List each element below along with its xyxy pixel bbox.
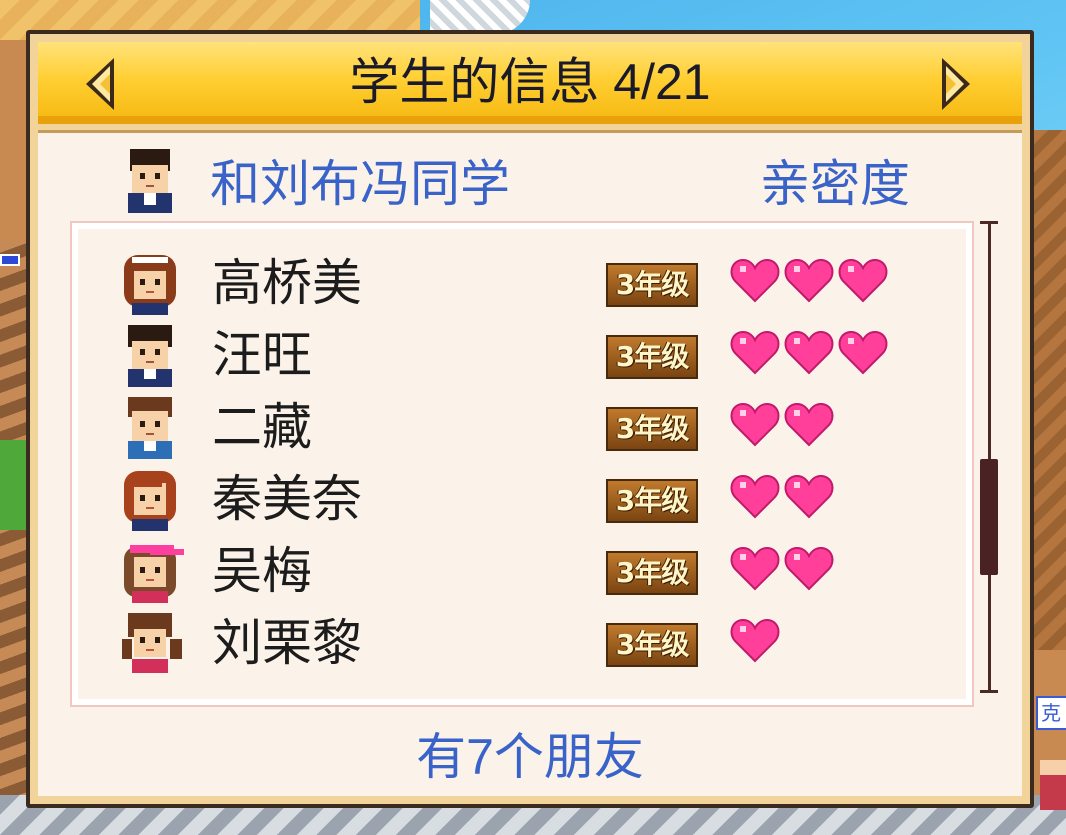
grade-badge: 3年级 xyxy=(606,407,698,451)
boy-portrait-icon xyxy=(128,397,172,459)
girl-portrait-icon xyxy=(122,613,182,673)
friend-name: 吴梅 xyxy=(212,543,312,599)
affinity-header: 亲密度 xyxy=(760,156,910,212)
boy-portrait-icon xyxy=(128,149,172,213)
background-flag xyxy=(0,254,20,266)
affinity-hearts xyxy=(730,471,834,527)
friend-name: 二藏 xyxy=(212,399,312,455)
affinity-hearts xyxy=(730,327,888,383)
friend-avatar xyxy=(120,321,180,391)
scrollbar-thumb[interactable] xyxy=(980,459,998,575)
girl-portrait-icon xyxy=(124,471,176,531)
next-student-button[interactable] xyxy=(936,54,976,114)
friend-name: 刘栗黎 xyxy=(212,615,362,671)
heart-icon xyxy=(730,402,780,447)
heart-icon xyxy=(838,330,888,375)
grade-badge: 3年级 xyxy=(606,623,698,667)
dialog-title: 学生的信息 4/21 xyxy=(349,54,711,110)
background-tree xyxy=(0,440,28,530)
student-info-dialog: 学生的信息 4/21 和刘布冯同学 亲密度 高桥美 3年级 汪旺 3年级 二藏 … xyxy=(26,30,1034,808)
heart-icon xyxy=(784,330,834,375)
friend-avatar xyxy=(120,393,180,463)
boy-portrait-icon xyxy=(128,325,172,387)
friend-name: 汪旺 xyxy=(212,327,312,383)
friend-name: 高桥美 xyxy=(212,255,362,311)
friend-avatar xyxy=(120,249,180,319)
friend-row[interactable]: 吴梅 3年级 xyxy=(72,535,972,607)
list-scrollbar[interactable] xyxy=(980,221,998,693)
friend-row[interactable]: 高桥美 3年级 xyxy=(72,247,972,319)
affinity-hearts xyxy=(730,615,780,671)
heart-icon xyxy=(784,258,834,303)
heart-icon xyxy=(730,546,780,591)
heart-icon xyxy=(838,258,888,303)
friend-count: 有7个朋友 xyxy=(416,729,644,785)
friend-row[interactable]: 二藏 3年级 xyxy=(72,391,972,463)
title-bar: 学生的信息 4/21 xyxy=(38,42,1022,124)
girl-visor-portrait-icon xyxy=(124,545,184,603)
grade-badge: 3年级 xyxy=(606,335,698,379)
friend-avatar xyxy=(120,609,186,679)
friend-row[interactable]: 汪旺 3年级 xyxy=(72,319,972,391)
heart-icon xyxy=(784,402,834,447)
friend-row[interactable]: 秦美奈 3年级 xyxy=(72,463,972,535)
heart-icon xyxy=(730,474,780,519)
friend-avatar xyxy=(120,537,186,607)
friend-avatar xyxy=(120,465,180,535)
background-student-figure xyxy=(1040,760,1066,810)
affinity-hearts xyxy=(730,399,834,455)
grade-badge: 3年级 xyxy=(606,263,698,307)
background-sign: 克 xyxy=(1036,696,1066,730)
grade-badge: 3年级 xyxy=(606,479,698,523)
girl-portrait-icon xyxy=(124,255,176,315)
affinity-hearts xyxy=(730,543,834,599)
heart-icon xyxy=(730,618,780,663)
grade-badge: 3年级 xyxy=(606,551,698,595)
friend-row[interactable]: 刘栗黎 3年级 xyxy=(72,607,972,679)
dialog-body: 和刘布冯同学 亲密度 高桥美 3年级 汪旺 3年级 二藏 3年级 秦美奈 3年级… xyxy=(38,130,1022,796)
scrollbar-track xyxy=(988,221,991,693)
heart-icon xyxy=(784,546,834,591)
heart-icon xyxy=(730,258,780,303)
arrow-right-icon xyxy=(942,58,970,110)
affinity-hearts xyxy=(730,255,888,311)
heart-icon xyxy=(730,330,780,375)
student-name: 和刘布冯同学 xyxy=(210,156,510,212)
heart-icon xyxy=(784,474,834,519)
friends-list[interactable]: 高桥美 3年级 汪旺 3年级 二藏 3年级 秦美奈 3年级 吴梅 3年级 刘栗黎… xyxy=(70,221,974,707)
friend-name: 秦美奈 xyxy=(212,471,362,527)
dialog-frame: 学生的信息 4/21 和刘布冯同学 亲密度 高桥美 3年级 汪旺 3年级 二藏 … xyxy=(30,34,1030,804)
student-avatar xyxy=(122,145,178,217)
